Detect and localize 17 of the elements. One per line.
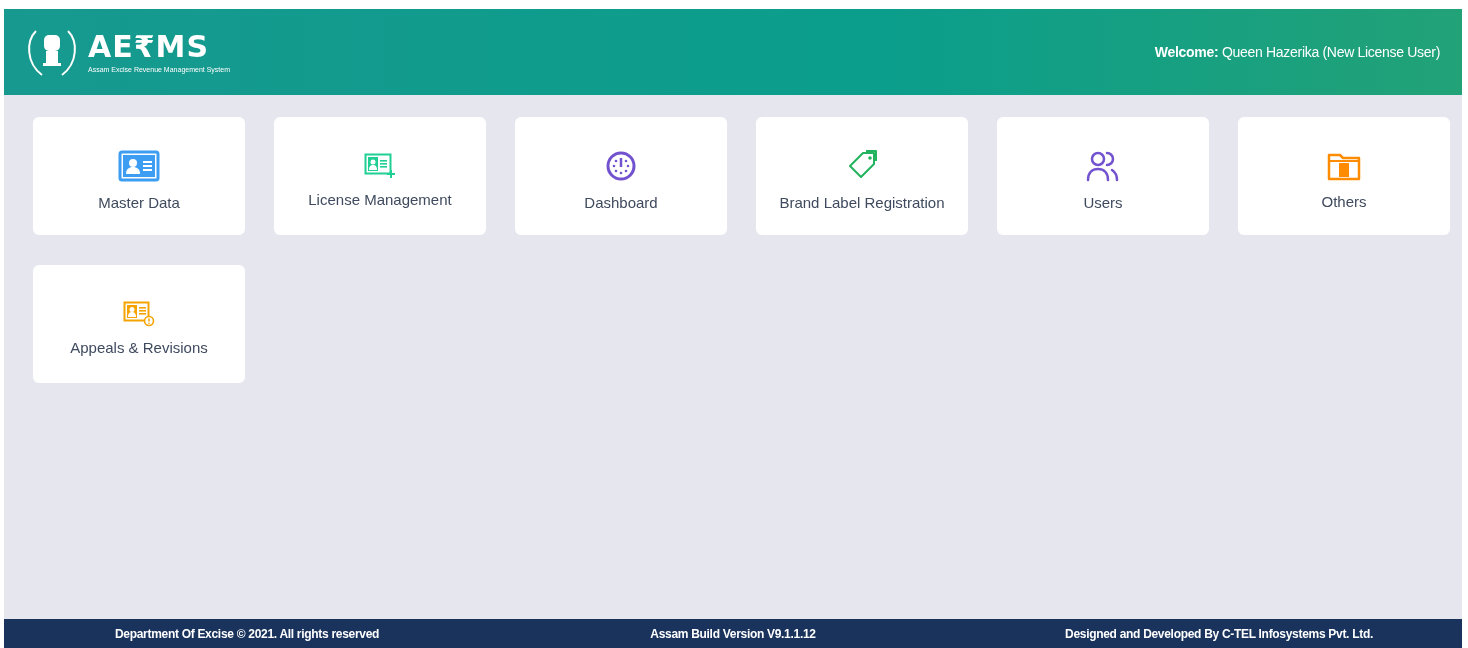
module-tile[interactable]: Appeals & Revisions <box>33 265 245 383</box>
module-tile[interactable]: Brand Label Registration <box>756 117 968 235</box>
module-tile[interactable]: Others <box>1238 117 1450 235</box>
module-tile[interactable]: License Management <box>274 117 486 235</box>
copyright-text: Department Of Excise © 2021. All rights reserved <box>113 626 381 641</box>
logo-title: AE₹MS <box>88 31 211 62</box>
module-tile[interactable]: Master Data <box>33 117 245 235</box>
credits-text: Designed and Developed By C-TEL Infosystems Pvt. Ltd. <box>1064 626 1374 641</box>
module-tile[interactable]: Dashboard <box>515 117 727 235</box>
version-text: Assam Build Version V9.1.1.12 <box>649 626 817 641</box>
id-card-icon <box>123 300 155 327</box>
id-card-icon <box>364 152 396 179</box>
clock-icon <box>605 149 637 182</box>
module-tile[interactable]: Users <box>997 117 1209 235</box>
id-card-icon <box>118 149 160 182</box>
welcome-text: Welcome: Queen Hazerika (New License User) <box>1154 44 1440 60</box>
users-icon <box>1086 149 1120 182</box>
